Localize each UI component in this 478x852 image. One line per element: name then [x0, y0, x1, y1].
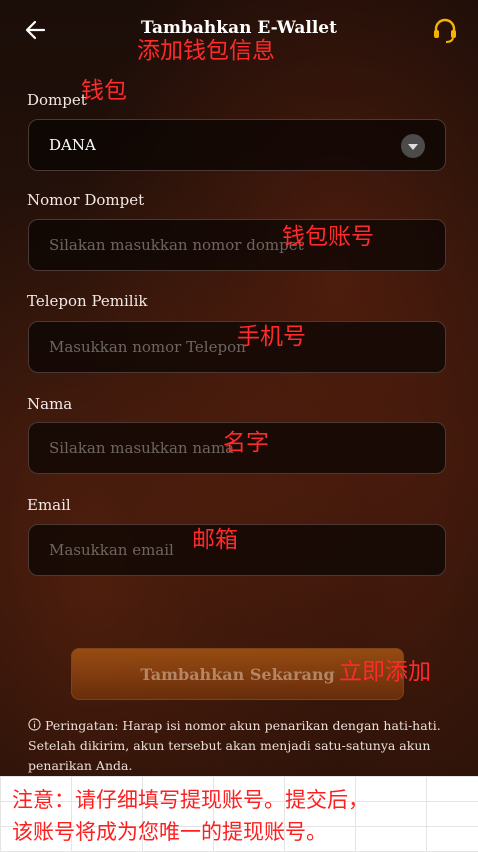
note-area: 注意：请仔细填写提现账号。提交后， 该账号将成为您唯一的提现账号。	[0, 776, 478, 852]
phone-label: Telepon Pemilik	[27, 292, 148, 310]
email-label: Email	[27, 496, 71, 514]
warning-text-block: Peringatan: Harap isi nomor akun penarik…	[28, 716, 448, 776]
warning-text: Peringatan: Harap isi nomor akun penarik…	[28, 718, 441, 773]
name-annotation: 名字	[223, 430, 269, 456]
title-annotation: 添加钱包信息	[137, 38, 275, 64]
wallet-select[interactable]: DANA	[28, 119, 446, 171]
wallet-annotation: 钱包	[81, 78, 127, 104]
page-title: Tambahkan E-Wallet	[141, 18, 337, 38]
headset-icon	[434, 18, 456, 43]
name-label: Nama	[27, 395, 73, 413]
wallet-number-label: Nomor Dompet	[27, 191, 145, 209]
note-line-1: 注意：请仔细填写提现账号。提交后，	[12, 788, 369, 812]
wallet-selected-value: DANA	[49, 136, 96, 154]
wallet-number-input[interactable]	[29, 220, 445, 270]
submit-annotation: 立即添加	[339, 659, 431, 685]
chevron-down-icon	[401, 134, 425, 158]
wallet-number-annotation: 钱包账号	[282, 224, 374, 250]
app-screen: Tambahkan E-Wallet 添加钱包信息 Dompet 钱包 DANA…	[0, 0, 478, 776]
note-line-2: 该账号将成为您唯一的提现账号。	[12, 820, 327, 844]
wallet-number-field	[28, 219, 446, 271]
email-annotation: 邮箱	[192, 527, 238, 553]
info-icon	[28, 718, 41, 731]
support-button[interactable]	[430, 15, 460, 45]
wallet-label: Dompet	[27, 91, 87, 109]
phone-annotation: 手机号	[237, 324, 306, 350]
